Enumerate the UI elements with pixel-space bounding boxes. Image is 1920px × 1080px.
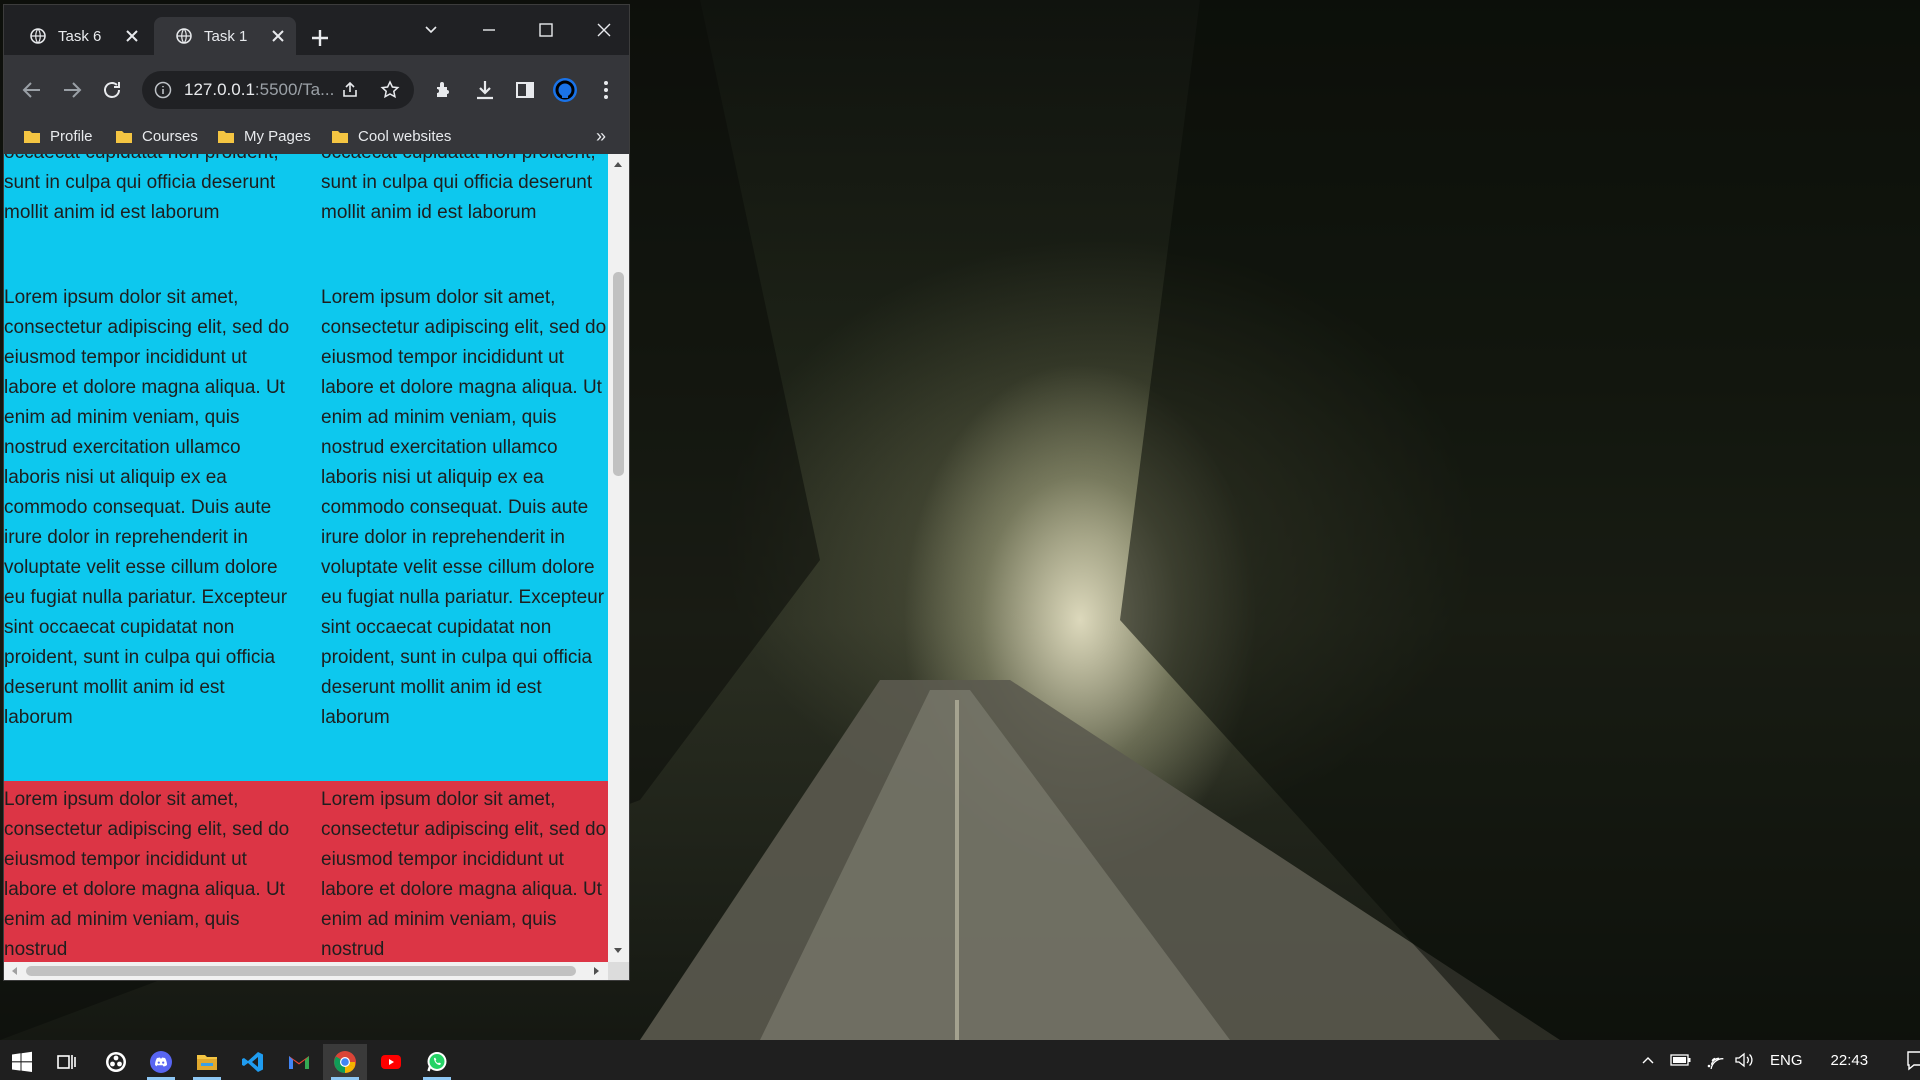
red-section: Lorem ipsum dolor sit amet, consectetur … <box>4 781 608 962</box>
bookmark-courses[interactable]: Courses <box>116 118 198 154</box>
task-view-icon <box>57 1055 76 1069</box>
taskbar-youtube[interactable] <box>369 1044 413 1080</box>
scroll-up-arrow-icon[interactable] <box>614 162 622 167</box>
close-tab-icon[interactable] <box>270 28 286 44</box>
taskbar-file-explorer[interactable] <box>185 1044 229 1080</box>
blue-top-partial-col2: occaecat cupidatat non proident, sunt in… <box>321 154 596 223</box>
folder-icon <box>332 131 348 143</box>
reload-icon[interactable] <box>100 78 124 102</box>
bookmark-cool-websites[interactable]: Cool websites <box>332 118 451 154</box>
discord-icon <box>150 1051 172 1073</box>
bookmark-star-icon[interactable] <box>380 80 400 100</box>
maximize-icon[interactable] <box>535 19 557 41</box>
taskbar-obs[interactable] <box>94 1044 138 1080</box>
volume-icon[interactable] <box>1734 1051 1754 1069</box>
blue-paragraph-col1: Lorem ipsum dolor sit amet, consectetur … <box>4 287 290 728</box>
blue-section: occaecat cupidatat non proident, sunt in… <box>4 154 608 781</box>
task-view-button[interactable] <box>44 1044 88 1080</box>
system-tray: ENG 22:43 <box>1640 1040 1920 1080</box>
chrome-icon <box>334 1051 356 1073</box>
extensions-puzzle-icon[interactable] <box>432 78 456 102</box>
share-icon[interactable] <box>340 80 360 100</box>
chrome-window: Task 6 Task 1 127.0.0.1:5500/Ta... Prof… <box>4 5 629 980</box>
kebab-menu-icon[interactable] <box>594 78 618 102</box>
youtube-icon <box>381 1055 401 1069</box>
horizontal-scroll-thumb[interactable] <box>26 966 576 976</box>
obs-icon <box>106 1052 126 1072</box>
tab-label: Task 6 <box>58 27 102 45</box>
folder-icon <box>24 131 40 143</box>
scroll-down-arrow-icon[interactable] <box>614 948 622 953</box>
bookmark-label: My Pages <box>244 127 311 145</box>
blue-top-partial-col1: occaecat cupidatat non proident, sunt in… <box>4 154 279 223</box>
clock[interactable]: 22:43 <box>1831 1052 1869 1069</box>
close-window-icon[interactable] <box>593 19 615 41</box>
taskbar-discord[interactable] <box>139 1044 183 1080</box>
taskbar-chrome[interactable] <box>323 1044 367 1080</box>
bookmark-label: Profile <box>50 127 93 145</box>
tab-search-chevron-icon[interactable] <box>420 19 442 41</box>
whatsapp-icon <box>427 1052 447 1072</box>
folder-icon <box>218 131 234 143</box>
downloads-icon[interactable] <box>473 78 497 102</box>
start-button[interactable] <box>0 1044 44 1080</box>
gmail-icon <box>289 1056 309 1069</box>
bookmarks-overflow-button[interactable]: » <box>596 118 606 154</box>
minimize-icon[interactable] <box>478 19 500 41</box>
bookmark-label: Cool websites <box>358 127 452 145</box>
battery-icon[interactable] <box>1670 1052 1692 1068</box>
file-explorer-icon <box>197 1055 217 1070</box>
red-paragraph-col2: Lorem ipsum dolor sit amet, consectetur … <box>321 789 607 960</box>
back-arrow-icon[interactable] <box>20 78 44 102</box>
tab-label: Task 1 <box>204 27 248 45</box>
bookmark-profile[interactable]: Profile <box>24 118 93 154</box>
notifications-icon[interactable] <box>1906 1049 1920 1071</box>
taskbar-whatsapp[interactable] <box>415 1044 459 1080</box>
bookmarks-bar: Profile Courses My Pages Cool websites » <box>4 118 629 154</box>
windows-logo-icon <box>12 1051 32 1072</box>
taskbar-gmail[interactable] <box>277 1044 321 1080</box>
side-panel-icon[interactable] <box>513 78 537 102</box>
scrollbar-corner <box>608 962 629 980</box>
browser-toolbar: 127.0.0.1:5500/Ta... <box>4 55 629 125</box>
url-host: 127.0.0.1 <box>184 80 255 99</box>
scroll-right-arrow-icon[interactable] <box>594 967 599 975</box>
close-tab-icon[interactable] <box>124 28 140 44</box>
vertical-scrollbar[interactable] <box>608 154 629 962</box>
url-path: :5500/Ta... <box>254 80 335 99</box>
tab-strip: Task 6 Task 1 <box>4 5 629 55</box>
globe-icon <box>176 28 192 44</box>
horizontal-scrollbar[interactable] <box>4 962 608 980</box>
language-indicator[interactable]: ENG <box>1770 1052 1803 1069</box>
page-content: occaecat cupidatat non proident, sunt in… <box>4 154 608 962</box>
vertical-scroll-thumb[interactable] <box>613 272 624 476</box>
folder-icon <box>116 131 132 143</box>
address-bar[interactable]: 127.0.0.1:5500/Ta... <box>142 71 414 109</box>
globe-icon <box>30 28 46 44</box>
chevron-up-icon[interactable] <box>1640 1052 1656 1068</box>
site-info-icon[interactable] <box>154 81 172 99</box>
new-tab-plus-icon[interactable] <box>310 28 330 48</box>
profile-avatar-icon[interactable] <box>552 77 578 103</box>
tab-task-1[interactable]: Task 1 <box>154 17 296 55</box>
scroll-left-arrow-icon[interactable] <box>12 967 17 975</box>
red-paragraph-col1: Lorem ipsum dolor sit amet, consectetur … <box>4 789 290 960</box>
blue-paragraph-col2: Lorem ipsum dolor sit amet, consectetur … <box>321 287 607 728</box>
page-viewport: occaecat cupidatat non proident, sunt in… <box>4 154 629 980</box>
windows-taskbar: ENG 22:43 <box>0 1040 1920 1080</box>
bookmark-my-pages[interactable]: My Pages <box>218 118 311 154</box>
bookmark-label: Courses <box>142 127 198 145</box>
taskbar-vscode[interactable] <box>231 1044 275 1080</box>
tab-task-6[interactable]: Task 6 <box>8 17 150 55</box>
vscode-icon <box>242 1052 263 1072</box>
wifi-icon[interactable] <box>1704 1051 1724 1069</box>
forward-arrow-icon[interactable] <box>60 78 84 102</box>
